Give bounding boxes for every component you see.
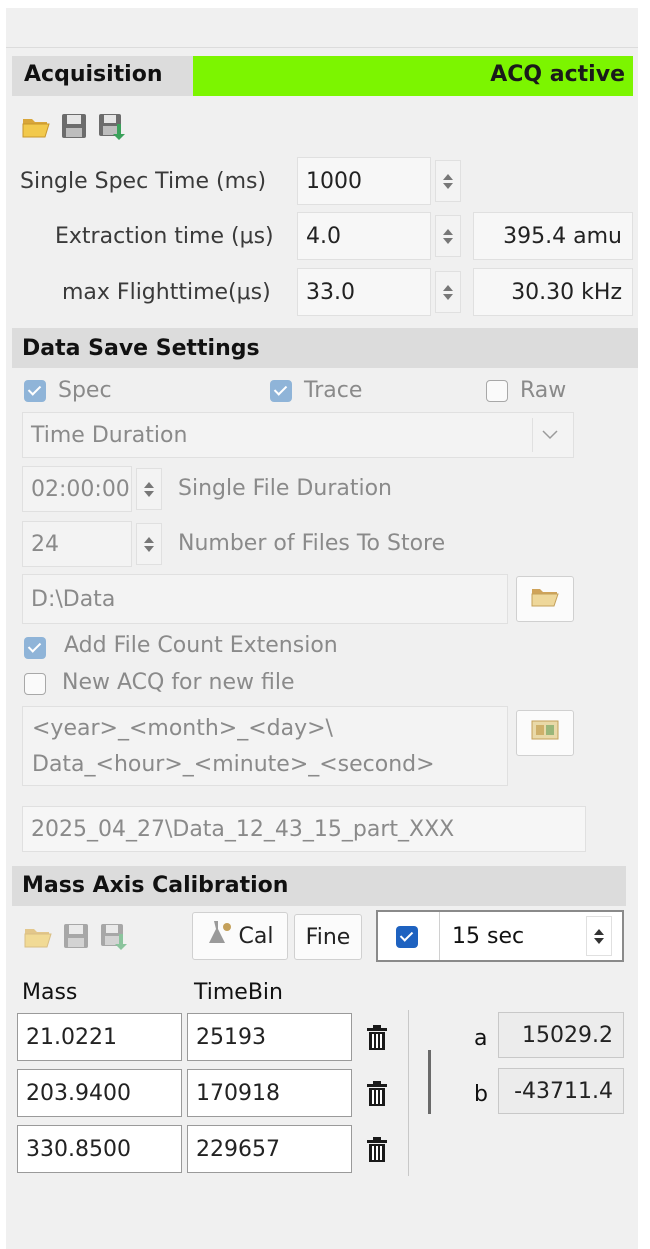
single-spec-time-label: Single Spec Time (ms) (20, 169, 267, 194)
file-count-input[interactable]: 24 (22, 521, 132, 567)
timebin-input-2[interactable]: 170918 (187, 1069, 352, 1117)
single-spec-time-input[interactable]: 1000 (297, 157, 431, 205)
single-spec-time-spinner[interactable] (435, 160, 461, 202)
calibration-title: Mass Axis Calibration (22, 873, 289, 898)
add-count-ext-checkbox[interactable] (24, 637, 46, 659)
data-save-title: Data Save Settings (22, 336, 260, 361)
coef-a-label: a (474, 1026, 488, 1051)
coef-b-label: b (474, 1082, 488, 1107)
timebin-input-1[interactable]: 25193 (187, 1013, 352, 1061)
fine-label: Fine (305, 924, 351, 950)
mass-input-3[interactable]: 330.8500 (17, 1125, 182, 1173)
timebin-input-3[interactable]: 229657 (187, 1125, 352, 1173)
acq-status-text: ACQ active (490, 62, 625, 87)
extraction-time-label: Extraction time (μs) (55, 224, 274, 249)
folder-icon (530, 585, 560, 613)
interval-value[interactable]: 15 sec (452, 924, 524, 949)
filename-preview: 2025_04_27\Data_12_43_15_part_XXX (22, 806, 586, 852)
file-count-spinner[interactable] (136, 523, 162, 565)
acquisition-title: Acquisition (24, 62, 163, 87)
fine-button[interactable]: Fine (294, 914, 362, 960)
mass-input-1[interactable]: 21.0221 (17, 1013, 182, 1061)
calibrate-button[interactable]: Cal (192, 912, 288, 960)
fit-separator (428, 1050, 431, 1114)
file-duration-input[interactable]: 02:00:00 (22, 466, 132, 512)
spec-label: Spec (58, 378, 112, 403)
timebin-column-header: TimeBin (194, 980, 283, 1005)
coef-b-value: -43711.4 (498, 1068, 624, 1114)
acq-status-indicator: ACQ active (193, 56, 633, 96)
coef-a-value: 15029.2 (498, 1012, 624, 1058)
chevron-down-icon[interactable] (532, 418, 566, 452)
save-as-icon[interactable] (96, 110, 128, 142)
file-duration-spinner[interactable] (136, 468, 162, 510)
calibrate-icon (207, 919, 233, 953)
open-folder-icon[interactable] (20, 110, 52, 142)
mass-input-2[interactable]: 203.9400 (17, 1069, 182, 1117)
new-acq-checkbox[interactable] (24, 673, 46, 695)
pattern-editor-button[interactable] (516, 710, 574, 756)
filename-pattern-line1: <year>_<month>_<day>\ (32, 716, 333, 741)
delete-row-3-icon[interactable] (362, 1133, 392, 1167)
filename-pattern-line2: Data_<hour>_<minute>_<second> (32, 752, 435, 777)
max-flighttime-input[interactable]: 33.0 (297, 268, 431, 316)
auto-calibration-checkbox[interactable] (396, 926, 418, 948)
add-count-ext-label: Add File Count Extension (64, 633, 338, 658)
raw-checkbox[interactable] (486, 380, 508, 402)
spec-checkbox[interactable] (24, 380, 46, 402)
extraction-amu-readout: 395.4 amu (473, 212, 633, 260)
table-divider (408, 1010, 409, 1176)
calibrate-label: Cal (238, 923, 274, 949)
raw-label: Raw (520, 378, 567, 403)
extraction-time-input[interactable]: 4.0 (297, 212, 431, 260)
max-flighttime-label: max Flighttime(μs) (62, 280, 271, 305)
save-path-input[interactable]: D:\Data (22, 574, 508, 624)
delete-row-2-icon[interactable] (362, 1077, 392, 1111)
extraction-time-spinner[interactable] (435, 215, 461, 257)
delete-row-1-icon[interactable] (362, 1021, 392, 1055)
max-flighttime-khz-readout: 30.30 kHz (473, 268, 633, 316)
new-acq-label: New ACQ for new file (62, 670, 295, 695)
panel-top-strip (6, 8, 638, 48)
max-flighttime-spinner[interactable] (435, 271, 461, 313)
file-count-label: Number of Files To Store (178, 531, 446, 556)
cal-open-folder-icon[interactable] (22, 920, 54, 952)
trace-label: Trace (304, 378, 363, 403)
file-duration-label: Single File Duration (178, 476, 392, 501)
browse-folder-button[interactable] (516, 576, 574, 622)
cal-save-as-icon[interactable] (98, 920, 130, 952)
interval-spinner[interactable] (586, 916, 612, 956)
save-mode-select[interactable]: Time Duration (22, 412, 574, 458)
trace-checkbox[interactable] (270, 380, 292, 402)
pattern-editor-icon (530, 718, 560, 748)
mass-column-header: Mass (22, 980, 78, 1005)
cal-save-icon[interactable] (60, 920, 92, 952)
save-icon[interactable] (58, 110, 90, 142)
